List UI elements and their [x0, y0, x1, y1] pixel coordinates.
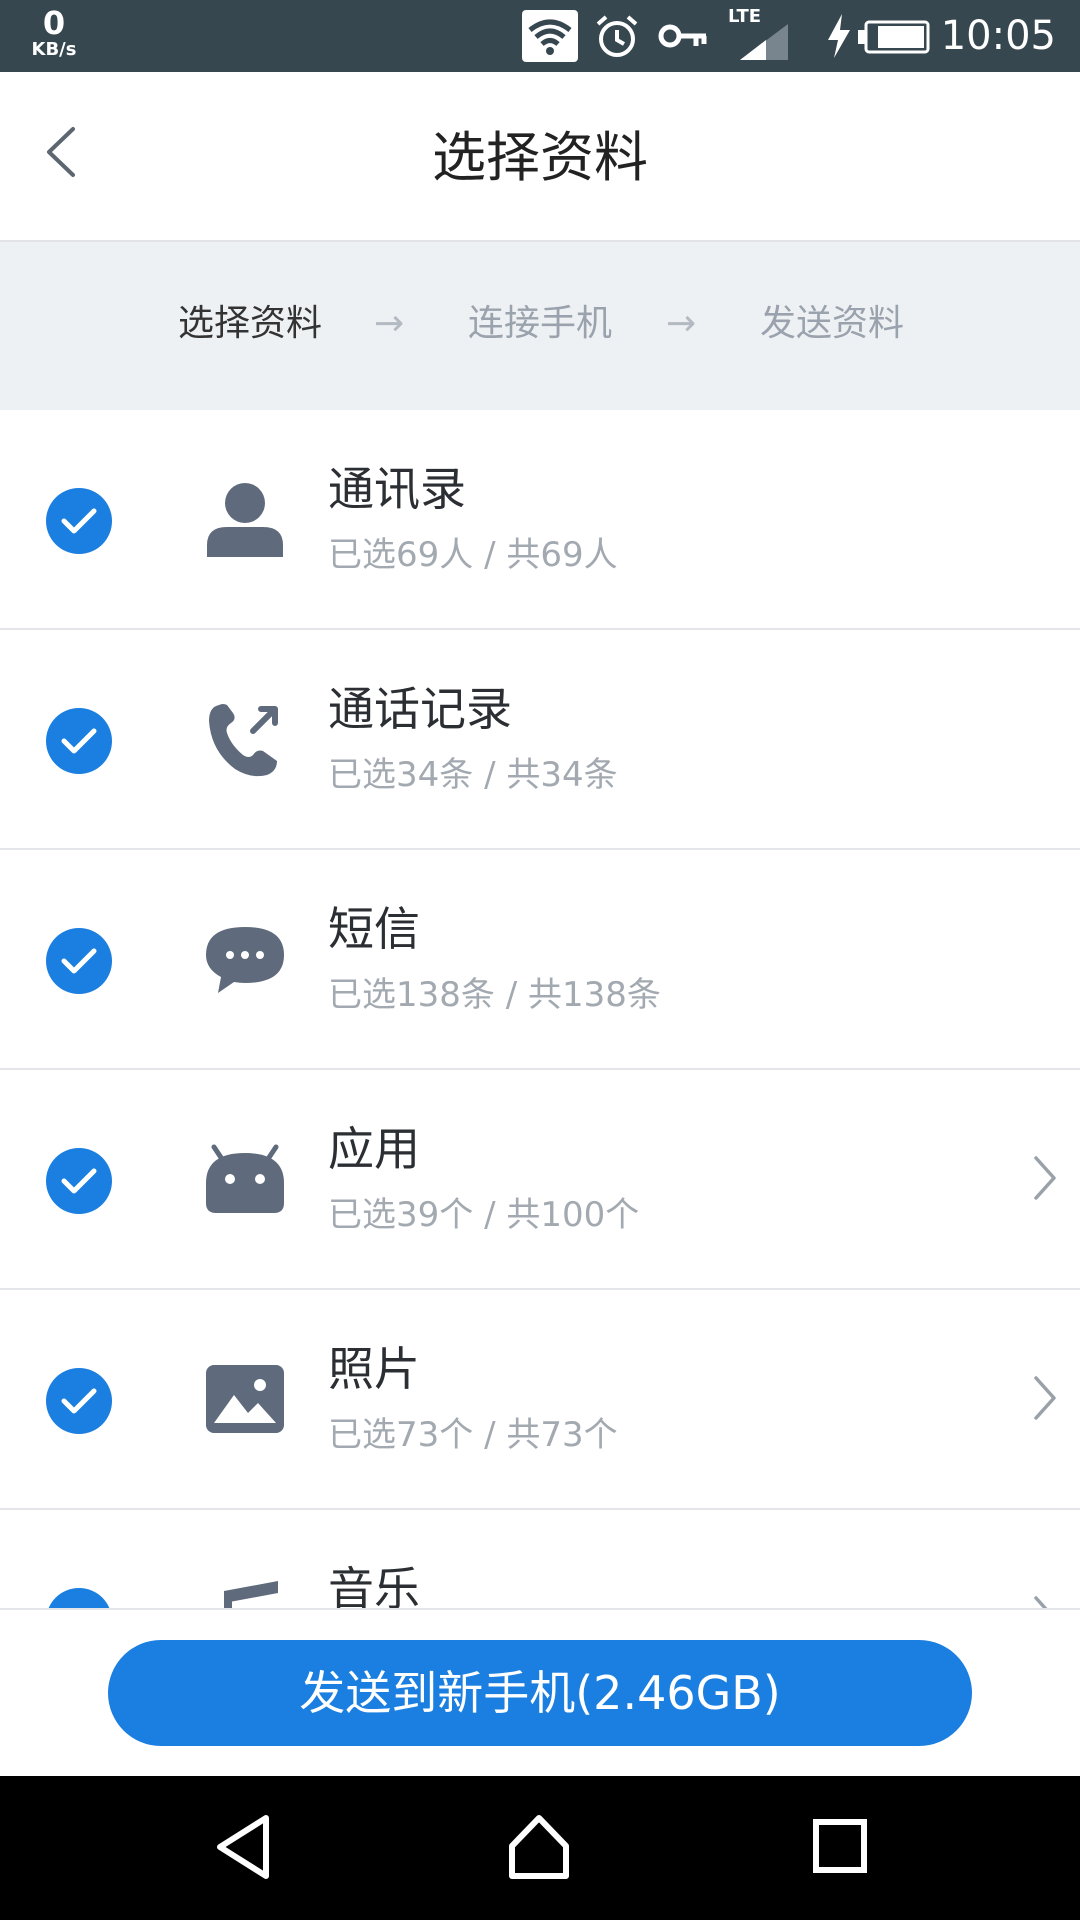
item-subtitle: 已选73个 / 共73个	[328, 1415, 618, 1455]
android-icon	[202, 1136, 288, 1222]
check-icon	[61, 1388, 97, 1414]
network-speed: 0 KB/s	[26, 6, 82, 60]
battery-icon	[858, 20, 930, 54]
network-speed-unit: KB/s	[31, 39, 77, 60]
step-send-data: 发送资料	[760, 303, 905, 344]
chevron-right-icon[interactable]	[1030, 1150, 1060, 1206]
list-item-music[interactable]: 音乐	[0, 1510, 1080, 1608]
clock-time: 10:05	[940, 13, 1056, 59]
music-icon	[202, 1576, 288, 1608]
item-title: 音乐	[328, 1562, 420, 1608]
nav-home-icon[interactable]	[506, 1812, 572, 1882]
step-arrow: →	[374, 303, 405, 344]
check-icon	[61, 1168, 97, 1194]
alarm-icon	[596, 15, 638, 57]
chevron-right-icon[interactable]	[1030, 1590, 1060, 1608]
check-icon	[61, 948, 97, 974]
step-connect-phone: 连接手机	[468, 303, 613, 344]
item-subtitle: 已选138条 / 共138条	[328, 975, 661, 1015]
item-title: 应用	[328, 1122, 420, 1176]
wifi-icon	[522, 10, 578, 62]
call-log-icon	[202, 696, 288, 782]
item-subtitle: 已选69人 / 共69人	[328, 535, 618, 575]
check-icon	[61, 728, 97, 754]
send-to-new-phone-button[interactable]: 发送到新手机(2.46GB)	[108, 1640, 972, 1746]
item-title: 短信	[328, 902, 420, 956]
chevron-right-icon[interactable]	[1030, 1370, 1060, 1426]
system-navigation-bar	[0, 1776, 1080, 1920]
vpn-key-icon	[658, 24, 707, 48]
check-icon	[61, 508, 97, 534]
item-title: 通话记录	[328, 682, 512, 736]
checkbox[interactable]	[46, 708, 112, 774]
list-item-call-log[interactable]: 通话记录 已选34条 / 共34条	[0, 630, 1080, 850]
photo-icon	[202, 1356, 288, 1442]
list-item-photos[interactable]: 照片 已选73个 / 共73个	[0, 1290, 1080, 1510]
item-title: 通讯录	[328, 462, 466, 516]
checkbox[interactable]	[46, 1148, 112, 1214]
network-speed-value: 0	[42, 4, 66, 42]
app-bar: 选择资料	[0, 72, 1080, 242]
step-select-data: 选择资料	[178, 303, 323, 344]
list-item-sms[interactable]: 短信 已选138条 / 共138条	[0, 850, 1080, 1070]
data-category-list: 通讯录 已选69人 / 共69人 通话记录 已选34条 / 共34条 短信 已选…	[0, 410, 1080, 1608]
checkbox[interactable]	[46, 928, 112, 994]
checkbox[interactable]	[46, 488, 112, 554]
item-title: 照片	[328, 1342, 420, 1396]
item-subtitle: 已选39个 / 共100个	[328, 1195, 640, 1235]
checkbox[interactable]	[46, 1588, 112, 1608]
bottom-action-bar: 发送到新手机(2.46GB)	[0, 1608, 1080, 1778]
contact-icon	[202, 476, 288, 562]
nav-back-icon[interactable]	[212, 1812, 274, 1882]
checkbox[interactable]	[46, 1368, 112, 1434]
sms-icon	[202, 916, 288, 1002]
nav-recents-icon[interactable]	[812, 1812, 868, 1882]
list-item-apps[interactable]: 应用 已选39个 / 共100个	[0, 1070, 1080, 1290]
signal-icon	[740, 24, 788, 60]
charging-bolt-icon	[828, 14, 850, 58]
item-subtitle: 已选34条 / 共34条	[328, 755, 618, 795]
list-item-contacts[interactable]: 通讯录 已选69人 / 共69人	[0, 410, 1080, 630]
page-title: 选择资料	[432, 126, 648, 189]
status-bar: 0 KB/s LTE 10:05	[0, 0, 1080, 72]
step-arrow: →	[666, 303, 697, 344]
progress-steps: 选择资料 → 连接手机 → 发送资料	[0, 242, 1080, 410]
